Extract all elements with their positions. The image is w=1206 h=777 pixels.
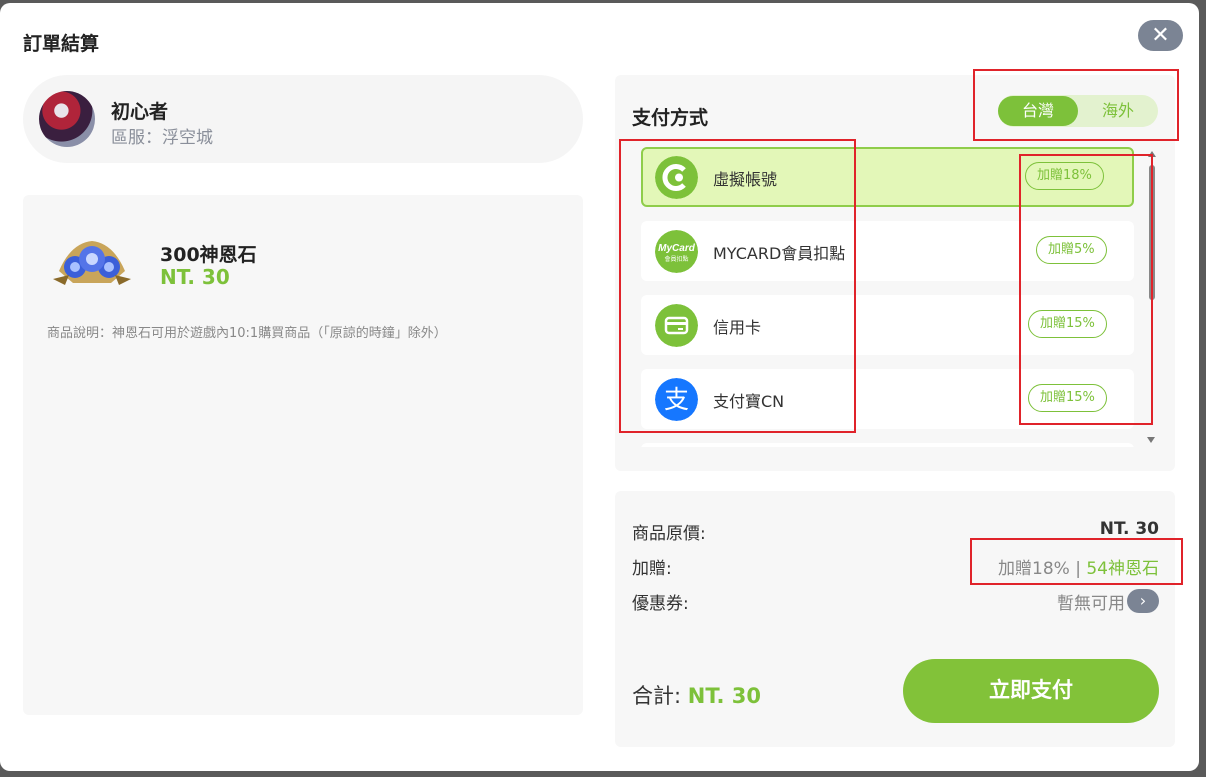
payment-method-label: 支付寶CN [713, 392, 785, 411]
bonus-badge: 加贈15% [1028, 384, 1107, 412]
payment-method-virtual-account[interactable]: 虛擬帳號 加贈18% [641, 147, 1134, 207]
user-name: 初心者 [111, 101, 169, 123]
gem-product-icon [53, 241, 131, 285]
payment-method-list: 虛擬帳號 加贈18% MyCard 會員扣點 MYCARD會員扣點 加贈5% 信… [641, 147, 1134, 447]
payment-method-label: MYCARD會員扣點 [713, 244, 846, 263]
alipay-logo-text: 支 [664, 385, 689, 414]
payment-method-credit-card[interactable]: 信用卡 加贈15% [641, 295, 1134, 355]
region-overseas-option[interactable]: 海外 [1078, 96, 1158, 126]
close-button[interactable]: ✕ [1138, 20, 1183, 51]
coupon-value: 暫無可用 [1057, 594, 1125, 614]
bonus-value: 加贈18% | 54神恩石 [998, 554, 1159, 579]
bonus-badge: 加贈18% [1025, 162, 1104, 190]
scroll-down-arrow-icon[interactable] [1147, 437, 1155, 443]
bonus-percent: 加贈18% [998, 559, 1070, 579]
payment-panel: 支付方式 台灣 海外 虛擬帳號 加贈18% MyCard 會員扣點 MYCARD… [615, 75, 1175, 471]
scrollbar-thumb[interactable] [1149, 165, 1155, 300]
region-toggle: 台灣 海外 [998, 95, 1158, 127]
total: 合計: NT. 30 [632, 680, 761, 710]
pay-now-button[interactable]: 立即支付 [903, 659, 1159, 723]
bonus-amount: 54神恩石 [1086, 559, 1159, 579]
payment-method-label: 虛擬帳號 [713, 170, 778, 189]
alipay-icon: 支 [655, 378, 698, 421]
order-summary-panel: 商品原價: NT. 30 加贈: 加贈18% | 54神恩石 優惠券: 暫無可用… [615, 491, 1175, 747]
avatar [39, 91, 95, 147]
credit-card-icon [655, 304, 698, 347]
bonus-separator: | [1075, 559, 1081, 579]
total-value: NT. 30 [687, 684, 761, 708]
original-price-value: NT. 30 [1099, 519, 1159, 539]
mycard-logo-subtext: 會員扣點 [664, 255, 688, 263]
payment-list-scrollbar[interactable] [1148, 155, 1155, 445]
coupon-chevron-right-icon[interactable]: › [1127, 589, 1159, 613]
mycard-icon: MyCard 會員扣點 [655, 230, 698, 273]
bonus-badge: 加贈15% [1028, 310, 1107, 338]
payment-method-label: 信用卡 [713, 318, 762, 337]
bonus-badge: 加贈5% [1036, 236, 1107, 264]
total-label: 合計: [632, 684, 682, 708]
user-server: 區服：浮空城 [111, 128, 213, 148]
product-price: NT. 30 [160, 265, 230, 289]
region-taiwan-option[interactable]: 台灣 [998, 96, 1078, 126]
payment-method-alipay-cn[interactable]: 支 支付寶CN 加贈15% [641, 369, 1134, 429]
product-description: 商品說明：神恩石可用於遊戲內10:1購買商品（「原諒的時鐘」除外） [47, 326, 447, 341]
bonus-label: 加贈: [632, 559, 672, 579]
user-card: 初心者 區服：浮空城 [23, 75, 583, 163]
payment-method-more[interactable] [641, 443, 1134, 447]
mycard-logo-text: MyCard [658, 243, 696, 254]
dialog-title: 訂單結算 [23, 33, 100, 55]
virtual-account-icon [655, 156, 698, 199]
coupon-label: 優惠券: [632, 594, 689, 614]
order-checkout-dialog: 訂單結算 ✕ 初心者 區服：浮空城 300神恩石 NT. 30 商品說明：神恩石… [0, 3, 1199, 771]
payment-method-mycard[interactable]: MyCard 會員扣點 MYCARD會員扣點 加贈5% [641, 221, 1134, 281]
payment-title: 支付方式 [632, 107, 709, 129]
original-price-label: 商品原價: [632, 524, 706, 544]
product-name: 300神恩石 [160, 244, 257, 266]
product-panel: 300神恩石 NT. 30 商品說明：神恩石可用於遊戲內10:1購買商品（「原諒… [23, 195, 583, 715]
